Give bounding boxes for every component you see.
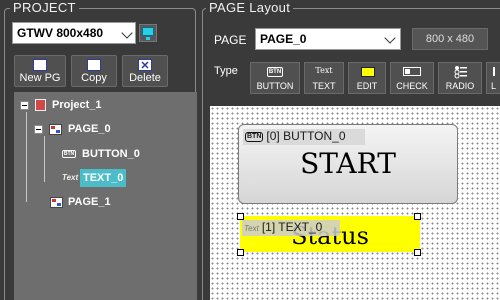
page-canvas[interactable]: BTN [0] BUTTON_0 START Status Text [1] TEX… — [210, 106, 500, 300]
tree-node-label: PAGE_0 — [68, 123, 111, 135]
page-icon — [50, 197, 63, 208]
text-type-icon: Text — [62, 173, 79, 182]
tree-node-label: Project_1 — [52, 99, 102, 111]
canvas-button-widget[interactable]: BTN [0] BUTTON_0 START — [238, 124, 458, 204]
tree-node-label-selected: TEXT_0 — [80, 169, 127, 187]
project-panel: PROJECT GTWV 800x480 New PG Copy Delete … — [0, 0, 198, 300]
add-button-widget[interactable]: BTN BUTTON — [250, 62, 300, 94]
add-check-widget[interactable]: CHECK — [390, 62, 434, 94]
type-label: Type — [214, 65, 238, 77]
button-widget-icon: BTN — [267, 67, 283, 77]
resolution-display: 800 x 480 — [412, 28, 488, 50]
layout-panel-title: PAGE Layout — [206, 1, 294, 15]
edit-widget-icon — [361, 67, 375, 77]
widget-tag-text: [0] BUTTON_0 — [266, 129, 346, 143]
tree-node-page-0[interactable]: PAGE_0 — [34, 120, 190, 138]
type-check-label: CHECK — [396, 81, 428, 91]
tree-node-button-0[interactable]: BTN BUTTON_0 — [62, 145, 190, 163]
copy-icon — [87, 59, 101, 71]
widget-tag-text: [1] TEXT_0 — [261, 220, 323, 234]
type-text-label: TEXT — [312, 81, 336, 91]
screen-preview-button[interactable] — [139, 24, 157, 42]
checkbox-widget-icon — [403, 67, 421, 76]
delete-icon — [138, 59, 152, 71]
delete-page-button[interactable]: Delete — [122, 55, 168, 87]
tree-node-label: BUTTON_0 — [82, 148, 140, 160]
button-type-icon: BTN — [62, 150, 76, 158]
widget-tag: Text [1] TEXT_0 — [242, 220, 340, 236]
new-page-label: New PG — [19, 72, 61, 84]
project-icon — [35, 99, 46, 111]
page-layout-panel: PAGE Layout PAGE PAGE_0 800 x 480 Type B… — [198, 0, 500, 300]
tree-connector — [44, 136, 45, 182]
text-widget-icon: Text — [315, 66, 333, 75]
resize-handle-bottom-left[interactable] — [237, 249, 244, 256]
add-edit-widget[interactable]: EDIT — [348, 62, 386, 94]
monitor-icon — [142, 27, 154, 36]
delete-label: Delete — [129, 72, 161, 84]
add-radio-widget[interactable]: RADIO — [438, 62, 482, 94]
page-select[interactable]: PAGE_0 — [255, 28, 401, 50]
model-select-value: GTWV 800x480 — [17, 26, 104, 40]
canvas-text-widget[interactable]: Status Text [1] TEXT_0 — [240, 216, 420, 252]
copy-label: Copy — [81, 72, 107, 84]
collapse-toggle[interactable] — [20, 101, 29, 110]
list-widget-icon — [493, 67, 500, 76]
new-page-button[interactable]: New PG — [14, 55, 66, 87]
chevron-down-icon — [384, 32, 396, 44]
chevron-down-icon — [121, 27, 133, 39]
project-tree: Project_1 PAGE_0 BTN BUTTON_0 Text TEXT_… — [14, 92, 197, 300]
tree-connector — [26, 112, 27, 202]
tree-node-project[interactable]: Project_1 — [20, 96, 190, 114]
type-edit-label: EDIT — [356, 81, 378, 91]
tree-node-page-1[interactable]: PAGE_1 — [50, 193, 190, 211]
button-caption: START — [300, 147, 396, 180]
add-text-widget[interactable]: Text TEXT — [304, 62, 344, 94]
project-panel-title: PROJECT — [10, 1, 79, 15]
page-icon — [49, 124, 62, 135]
copy-page-button[interactable]: Copy — [71, 55, 117, 87]
type-button-label: BUTTON — [256, 81, 294, 91]
btn-badge-icon: BTN — [245, 132, 264, 142]
radio-widget-icon — [454, 66, 467, 79]
type-radio-label: RADIO — [445, 81, 475, 91]
model-select[interactable]: GTWV 800x480 — [12, 22, 136, 44]
page-select-value: PAGE_0 — [260, 32, 307, 46]
add-list-widget[interactable]: L — [486, 62, 500, 94]
page-label: PAGE — [214, 33, 247, 47]
resize-handle-bottom-right[interactable] — [414, 249, 421, 256]
tree-node-text-0[interactable]: Text TEXT_0 — [62, 169, 132, 187]
type-more-label: L — [491, 81, 497, 91]
text-badge-icon: Text — [244, 224, 259, 233]
widget-tag: BTN [0] BUTTON_0 — [243, 129, 365, 145]
new-page-icon — [33, 59, 47, 71]
collapse-toggle[interactable] — [34, 125, 43, 134]
tree-node-label: PAGE_1 — [68, 196, 111, 208]
monitor-stand — [146, 37, 150, 40]
resize-handle-top-left[interactable] — [237, 213, 244, 220]
resize-handle-top-right[interactable] — [414, 213, 421, 220]
